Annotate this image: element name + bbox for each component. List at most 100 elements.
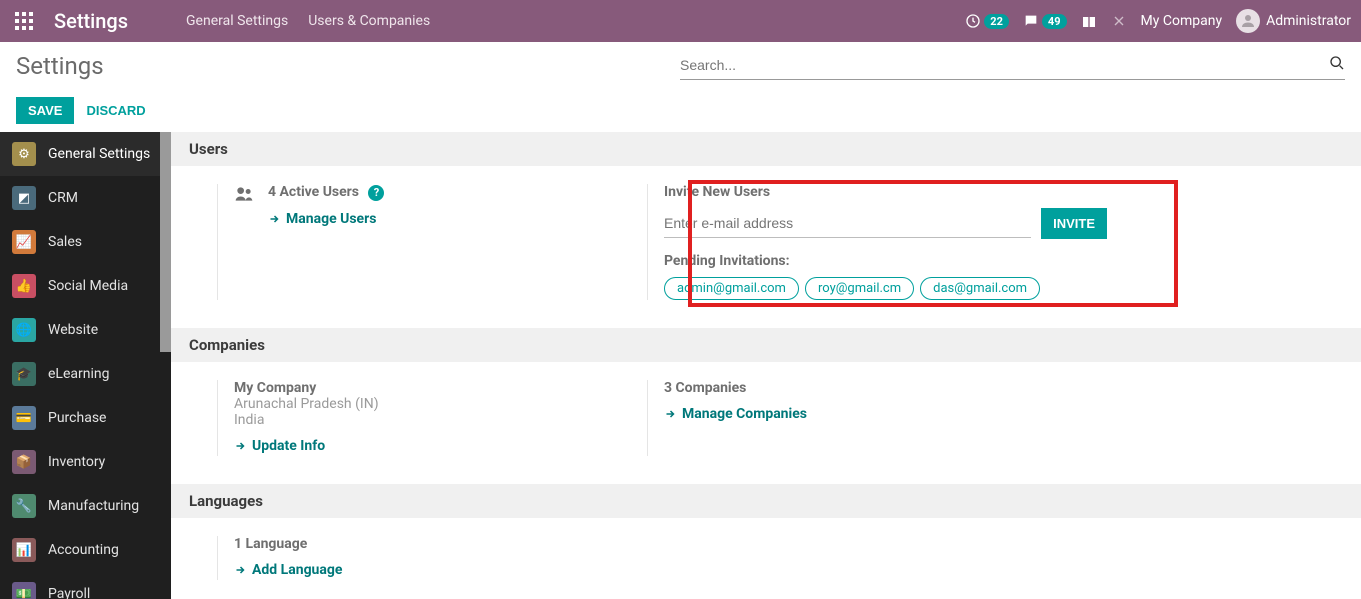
invite-title: Invite New Users [664,184,1107,200]
search-icon[interactable] [1329,55,1345,75]
sidebar-item-label: Inventory [48,454,105,470]
sidebar-item-payroll[interactable]: 💵 Payroll [0,572,171,599]
discard-button[interactable]: DISCARD [86,103,145,118]
pending-invite-tag[interactable]: roy@gmail.cm [805,277,914,300]
sidebar-item-general-settings[interactable]: ⚙ General Settings [0,132,171,176]
info-icon[interactable]: ? [368,185,384,201]
page-title: Settings [16,52,104,80]
nav-general-settings[interactable]: General Settings [176,13,298,29]
company-name: My Company [234,380,647,396]
sidebar-item-label: General Settings [48,146,150,162]
sidebar-icon: 💳 [12,406,36,430]
sidebar-icon: 📊 [12,538,36,562]
user-name: Administrator [1266,13,1351,29]
clock-icon [965,13,981,29]
sidebar-item-label: CRM [48,190,78,206]
sidebar-icon: 🎓 [12,362,36,386]
sidebar-item-label: eLearning [48,366,109,382]
arrow-right-icon [664,408,676,420]
invite-button[interactable]: INVITE [1041,208,1107,239]
update-info-link[interactable]: Update Info [234,438,325,454]
users-right-col: Invite New Users INVITE Pending Invitati… [647,184,1107,300]
add-language-label: Add Language [252,562,342,578]
manage-users-link[interactable]: Manage Users [268,211,376,227]
apps-grid-icon [15,12,33,30]
tools-icon[interactable] [1111,13,1127,29]
search-container [680,51,1345,80]
sidebar-icon: 🔧 [12,494,36,518]
sidebar-scrollbar[interactable] [160,132,171,352]
save-button[interactable]: SAVE [16,97,74,124]
app-title: Settings [54,9,128,33]
pending-invitations-label: Pending Invitations: [664,253,1107,269]
sidebar-icon: 🌐 [12,318,36,342]
sidebar-item-website[interactable]: 🌐 Website [0,308,171,352]
arrow-right-icon [268,213,280,225]
sidebar-item-manufacturing[interactable]: 🔧 Manufacturing [0,484,171,528]
sidebar-item-label: Purchase [48,410,106,426]
manage-companies-link[interactable]: Manage Companies [664,406,807,422]
section-header-companies: Companies [171,328,1361,362]
sidebar-item-social-media[interactable]: 👍 Social Media [0,264,171,308]
sidebar-item-purchase[interactable]: 💳 Purchase [0,396,171,440]
active-users-count: 4 Active Users [268,184,359,200]
search-input[interactable] [680,57,1329,73]
sidebar-icon: 💵 [12,582,36,599]
sidebar-item-label: Accounting [48,542,119,558]
gift-icon[interactable] [1081,13,1097,29]
sidebar-item-label: Payroll [48,586,90,599]
chat-icon [1023,13,1039,29]
sidebar-item-label: Social Media [48,278,128,294]
pending-invitations-list: admin@gmail.com roy@gmail.cm das@gmail.com [664,277,1107,300]
arrow-right-icon [234,564,246,576]
main-area: ⚙ General Settings ◩ CRM 📈 Sales 👍 Social Media… [0,132,1361,599]
manage-companies-label: Manage Companies [682,406,807,422]
sidebar-item-label: Sales [48,234,82,250]
update-info-label: Update Info [252,438,325,454]
company-address-2: India [234,412,647,428]
sidebar-item-label: Manufacturing [48,498,139,514]
sidebar-item-elearning[interactable]: 🎓 eLearning [0,352,171,396]
nav-users-companies[interactable]: Users & Companies [298,13,440,29]
sidebar-icon: ◩ [12,186,36,210]
languages-count: 1 Language [234,536,647,552]
sidebar-item-label: Website [48,322,98,338]
companies-right-col: 3 Companies Manage Companies [647,380,1107,456]
section-header-languages: Languages [171,484,1361,518]
companies-left-col: My Company Arunachal Pradesh (IN) India … [217,380,647,456]
user-menu[interactable]: Administrator [1236,9,1351,33]
sidebar-icon: 👍 [12,274,36,298]
sidebar-icon: 📦 [12,450,36,474]
company-switcher[interactable]: My Company [1141,13,1223,29]
avatar-icon [1236,9,1260,33]
messages-badge: 49 [1042,14,1067,29]
sidebar-item-inventory[interactable]: 📦 Inventory [0,440,171,484]
sidebar-item-accounting[interactable]: 📊 Accounting [0,528,171,572]
apps-menu-button[interactable] [0,0,48,42]
sidebar-icon: 📈 [12,230,36,254]
sidebar-item-sales[interactable]: 📈 Sales [0,220,171,264]
arrow-right-icon [234,440,246,452]
sidebar-icon: ⚙ [12,142,36,166]
languages-left-col: 1 Language Add Language [217,536,647,580]
action-bar: SAVE DISCARD [0,89,1361,132]
settings-sidebar: ⚙ General Settings ◩ CRM 📈 Sales 👍 Social Media… [0,132,171,599]
add-language-link[interactable]: Add Language [234,562,342,578]
manage-users-label: Manage Users [286,211,376,227]
messages-indicator[interactable]: 49 [1023,13,1067,29]
sidebar-item-crm[interactable]: ◩ CRM [0,176,171,220]
company-address-1: Arunachal Pradesh (IN) [234,396,647,412]
pending-invite-tag[interactable]: admin@gmail.com [664,277,799,300]
companies-count: 3 Companies [664,380,1107,396]
timer-indicator[interactable]: 22 [965,13,1009,29]
timer-badge: 22 [984,14,1009,29]
users-icon [234,184,254,300]
users-left-col: 4 Active Users ? Manage Users [217,184,647,300]
invite-email-input[interactable] [664,209,1031,238]
pending-invite-tag[interactable]: das@gmail.com [920,277,1040,300]
topbar-right: 22 49 My Company Administrator [965,9,1351,33]
top-navbar: Settings General Settings Users & Compan… [0,0,1361,42]
subbar: Settings [0,42,1361,89]
settings-content: Users 4 Active Users ? Manage Users Invi… [171,132,1361,599]
section-header-users: Users [171,132,1361,166]
